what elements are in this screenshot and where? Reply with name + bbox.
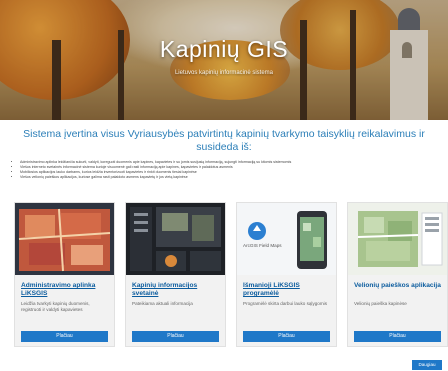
- more-info-button[interactable]: Plačiau: [354, 331, 441, 342]
- card-description: Pateikiama aktuali informacija: [132, 301, 193, 306]
- intro-heading: Sistema įvertina visus Vyriausybės patvi…: [23, 128, 425, 153]
- card-mobile-app: ArcGIS Field Maps Išmanioji LiKSGIS prog…: [236, 202, 337, 347]
- hero-subtitle: Lietuvos kapinių informacinė sistema: [174, 70, 274, 76]
- card-title[interactable]: Velionių paieškos aplikacija: [354, 282, 444, 290]
- hero-banner: Kapinių GIS Lietuvos kapinių informacinė…: [0, 0, 448, 120]
- intro-bullet-list: Administravimo aplinka leidžiančia sukur…: [14, 160, 440, 180]
- card-description: Velionių paieška kapinėse: [354, 301, 407, 306]
- app-cards: Administravimo aplinka LiKSGIS Leidžia t…: [14, 202, 448, 352]
- more-button[interactable]: Daugiau: [412, 360, 442, 370]
- card-title[interactable]: Išmanioji LiKSGIS programėlė: [243, 282, 333, 298]
- list-item: Viešos velionių paieškos aplikacijos, ku…: [20, 175, 440, 180]
- more-info-button[interactable]: Plačiau: [21, 331, 108, 342]
- hero-title: Kapinių GIS: [159, 36, 289, 62]
- card-search-app: Velionių paieškos aplikacija Velionių pa…: [347, 202, 448, 347]
- cemetery-map-thumbnail: [15, 203, 114, 275]
- card-title[interactable]: Administravimo aplinka LiKSGIS: [21, 282, 111, 298]
- field-maps-thumbnail: ArcGIS Field Maps: [237, 203, 336, 275]
- dashboard-thumbnail: [126, 203, 225, 275]
- card-website: Kapinių informacijos svetainė Pateikiama…: [125, 202, 226, 347]
- more-info-button[interactable]: Plačiau: [132, 331, 219, 342]
- field-maps-label: ArcGIS Field Maps: [243, 243, 282, 248]
- search-map-thumbnail: [348, 203, 447, 275]
- card-admin: Administravimo aplinka LiKSGIS Leidžia t…: [14, 202, 115, 347]
- card-title[interactable]: Kapinių informacijos svetainė: [132, 282, 222, 298]
- card-description: Leidžia tvarkyti kapinių duomenis, regis…: [21, 301, 90, 312]
- more-info-button[interactable]: Plačiau: [243, 331, 330, 342]
- card-description: Programėlė skirta darbui lauko sąlygomis: [243, 301, 327, 306]
